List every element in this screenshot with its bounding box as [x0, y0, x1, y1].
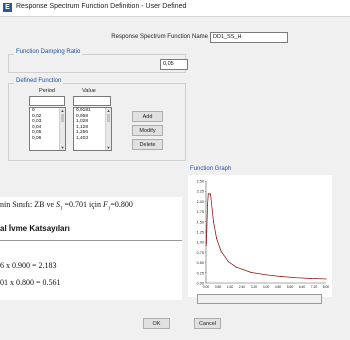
scroll-down-icon[interactable]: ▼: [60, 145, 65, 150]
y-tick-label: 2.00: [197, 200, 204, 204]
damping-ratio-input[interactable]: 0,05: [160, 59, 188, 70]
y-tick-label: 1.75: [197, 210, 204, 214]
period-entry-field[interactable]: [29, 96, 65, 106]
x-tick-label: 0.00: [203, 285, 210, 289]
data-point: [295, 277, 297, 279]
title-bar: E Response Spectrum Function Definition …: [0, 0, 350, 17]
function-graph: 2.50 2.25 2.00 1.75 1.50 1.25 1.00 0.75 0.50 0.25…: [188, 175, 332, 297]
y-tick-label: 2.25: [197, 190, 204, 194]
data-point: [228, 261, 229, 263]
period-list-scrollbar[interactable]: ▲ ▼: [59, 108, 65, 150]
period-column-header: Period: [39, 88, 55, 94]
data-point: [206, 236, 208, 238]
data-point: [208, 193, 210, 195]
function-name-label: Response Spectrum Function Name: [111, 34, 208, 40]
y-tick-label: 2.50: [197, 180, 204, 184]
x-tick-label: 0.80: [215, 285, 222, 289]
value-list[interactable]: 0,9181 0,958 1,028 1,128 1,256 1,403 ▲ ▼: [73, 107, 112, 151]
app-icon: E: [3, 3, 12, 12]
x-tick-label: 2.40: [239, 285, 246, 289]
status-bar: [197, 294, 322, 304]
data-point: [206, 225, 208, 227]
ok-button[interactable]: OK: [143, 318, 170, 329]
heading-rule: [0, 240, 182, 241]
y-tick-label: 1.25: [197, 231, 204, 235]
y-tick-label: 0.25: [197, 271, 204, 275]
value-entry-field[interactable]: [73, 96, 111, 106]
scroll-thumb[interactable]: [61, 114, 64, 122]
window-title: Response Spectrum Function Definition - …: [16, 3, 187, 10]
data-point: [216, 237, 217, 239]
data-point: [250, 271, 252, 273]
document-overlay: nin Sınıfı: ZB ve S1 =0.701 için F1=0.80…: [0, 197, 182, 300]
text-segment: =0.800: [110, 200, 133, 209]
x-tick-label: 3.20: [251, 285, 258, 289]
data-point: [207, 204, 208, 206]
x-tick-label: 4.00: [263, 285, 270, 289]
cancel-button[interactable]: Cancel: [194, 318, 221, 329]
data-point: [205, 240, 207, 242]
delete-button[interactable]: Delete: [132, 139, 163, 150]
text-segment: nin Sınıfı: ZB ve: [0, 200, 56, 209]
data-point: [235, 266, 237, 268]
y-tick-label: 1.50: [197, 220, 204, 224]
value-column-header: Value: [82, 88, 96, 94]
y-tick-label: 1.00: [197, 241, 204, 245]
scroll-thumb[interactable]: [107, 114, 110, 122]
modify-button[interactable]: Modify: [132, 125, 163, 136]
scroll-up-icon[interactable]: ▲: [60, 108, 65, 113]
y-tick-label: 0.75: [197, 251, 204, 255]
section-heading: al İvme Katsayıları: [0, 224, 70, 233]
function-name-input[interactable]: DD1_SS_H: [210, 32, 288, 43]
value-list-scrollbar[interactable]: ▲ ▼: [105, 108, 111, 150]
data-point: [213, 221, 214, 223]
period-list[interactable]: 0 0,02 0,03 0,04 0,05 0,06 ▲ ▼: [29, 107, 66, 151]
dialog-body: Response Spectrum Function Name DD1_SS_H…: [0, 17, 350, 340]
site-class-text: nin Sınıfı: ZB ve S1 =0.701 için F1=0.80…: [0, 200, 133, 212]
x-tick-label: 6.40: [299, 285, 306, 289]
data-point: [210, 193, 211, 195]
data-point: [220, 250, 222, 252]
data-point: [280, 275, 282, 277]
y-tick-label: 0.50: [197, 261, 204, 265]
text-segment: =0.701 için: [62, 200, 104, 209]
equation-2: 01 x 0.800 = 0.561: [0, 278, 61, 287]
add-button[interactable]: Add: [132, 111, 163, 122]
x-tick-label: 7.20: [311, 285, 318, 289]
data-point: [310, 278, 312, 280]
function-graph-title: Function Graph: [190, 166, 232, 172]
damping-group-title: Function Damping Ratio: [14, 49, 83, 55]
x-tick-label: 1.60: [227, 285, 234, 289]
x-tick-label: 4.80: [275, 285, 282, 289]
data-point: [206, 231, 208, 233]
x-tick-label: 8.00: [323, 285, 330, 289]
data-point: [265, 274, 267, 276]
data-point: [325, 278, 327, 280]
defined-function-group-title: Defined Function: [14, 78, 64, 84]
scroll-up-icon[interactable]: ▲: [106, 108, 111, 113]
data-point: [205, 245, 207, 247]
scroll-down-icon[interactable]: ▼: [106, 145, 111, 150]
data-point: [205, 243, 207, 245]
equation-1: 6 x 0.900 = 2.183: [0, 261, 57, 270]
x-tick-label: 5.60: [287, 285, 294, 289]
